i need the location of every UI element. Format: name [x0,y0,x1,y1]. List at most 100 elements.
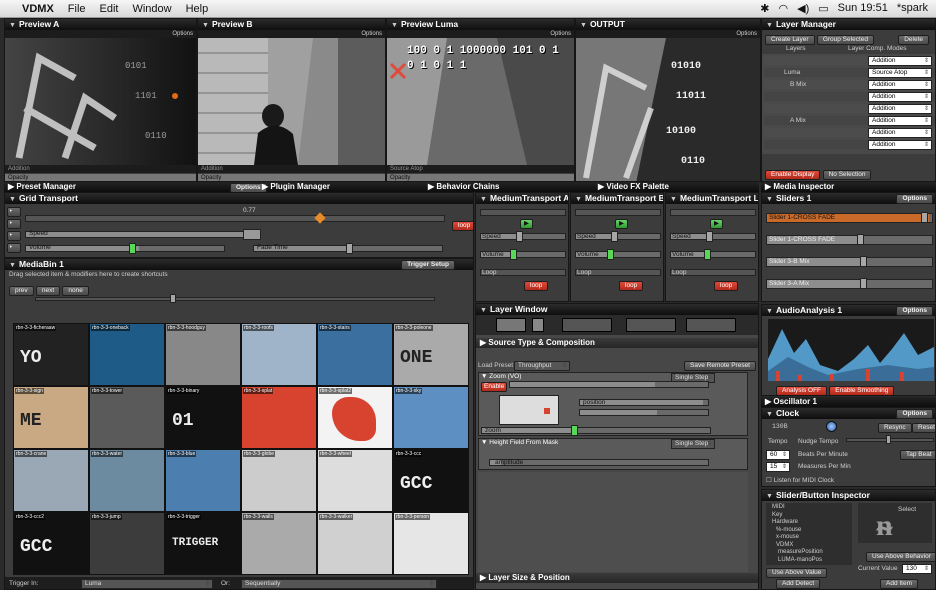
media-thumbnail[interactable]: rbn-3-3-roofs [241,323,317,386]
wifi-icon[interactable]: ◠ [779,2,789,15]
preview-a-opacity[interactable]: Opacity [5,174,196,181]
trigger-in-select[interactable]: Luma [81,579,213,589]
slider-knob[interactable] [860,256,867,267]
use-above-value-button[interactable]: Use Above Value [766,568,828,578]
plugin-manager-tab[interactable]: ▶ Plugin Manager [262,182,330,192]
layer-row[interactable]: A Mix Addition [764,116,935,126]
media-thumbnail[interactable]: rbn-3-3-splat [241,386,317,449]
menu-file[interactable]: File [68,3,86,15]
mt-volume-knob[interactable] [510,249,517,260]
inspector-tree-item[interactable]: MIDI [772,504,785,510]
no-selection-button[interactable]: No Selection [822,170,872,180]
disclosure-icon[interactable]: ▼ [766,22,773,29]
preview-b-opacity[interactable]: Opacity [198,174,385,181]
zoom-position-pad[interactable] [499,395,559,425]
zoom-amount-knob[interactable] [571,425,578,436]
disclosure-icon[interactable]: ▼ [9,196,16,203]
media-thumbnail[interactable]: rbn-3-3-splat2 [317,386,393,449]
disclosure-icon[interactable]: ▼ [580,22,587,29]
media-thumbnail[interactable]: rbn-3-3-sky [393,386,469,449]
mt-speed-knob[interactable] [516,231,523,242]
preview-luma-blend[interactable]: Source Atop [387,165,574,173]
mt-position-slider[interactable] [575,209,661,216]
medium-transport-titlebar[interactable]: ▼ MediumTransport Lu [666,193,758,204]
disclosure-icon[interactable]: ▼ [575,196,582,203]
preset-manager-tab[interactable]: ▶ Preset Manager [8,182,76,191]
media-thumbnail[interactable]: rbn-3-3-hoodguy [165,323,241,386]
mt-position-slider[interactable] [480,209,566,216]
sliders-options-button[interactable]: Options [896,194,933,204]
add-item-button[interactable]: Add Item [880,579,919,589]
bluetooth-icon[interactable]: ✱ [760,2,769,15]
mt-loop-button[interactable]: loop [619,281,644,291]
menu-app[interactable]: VDMX [22,3,54,15]
disclosure-icon[interactable]: ▼ [670,196,677,203]
behavior-chains-tab[interactable]: ▶ Behavior Chains [428,182,500,192]
media-thumbnail[interactable]: rbn-3-3-stairs [317,323,393,386]
tap-beat-button[interactable]: Tap Beat [900,450,935,460]
media-thumbnail[interactable]: TRIGGER rbn-3-3-trigger [165,512,241,575]
inspector-tree-item[interactable]: VDMX [776,542,793,548]
trigger-setup-button[interactable]: Trigger Setup [401,260,455,270]
disclosure-icon[interactable]: ▼ [480,307,487,314]
layer-tab-d[interactable] [686,318,736,332]
use-above-behavior-button[interactable]: Use Above Behavior [866,552,935,562]
mediabin-tab-none[interactable]: none [62,286,89,296]
layer-row[interactable]: Addition [764,56,935,66]
layer-tab-b[interactable] [562,318,612,332]
layer-mode-select[interactable]: Addition [868,140,932,150]
layer-tab-icon[interactable] [532,318,544,332]
mediabin-size-knob[interactable] [170,294,176,303]
layer-mode-select[interactable]: Addition [868,92,932,102]
disclosure-icon[interactable]: ▼ [766,411,773,418]
preview-luma-titlebar[interactable]: ▼ Preview Luma [387,19,574,30]
preset-select[interactable]: Throughput [514,361,570,371]
inspector-tree-item[interactable]: %-mouse [776,527,801,533]
menu-window[interactable]: Window [132,3,171,15]
disclosure-icon[interactable]: ▼ [202,22,209,29]
disclosure-icon[interactable]: ▼ [766,493,773,500]
clock-options-button[interactable]: Options [896,409,933,419]
enable-smoothing-button[interactable]: Enable Smoothing [829,386,895,395]
media-thumbnail[interactable]: ONE rbn-3-3-poleone [393,323,469,386]
position-y-slider[interactable] [579,409,709,416]
mt-volume-knob[interactable] [607,249,614,260]
create-layer-button[interactable]: Create Layer [765,35,815,45]
media-thumbnail[interactable]: 01 rbn-3-3-binary [165,386,241,449]
heightfield-mode-select[interactable]: Single Step [671,439,715,449]
layer-mode-select[interactable]: Addition [868,56,932,66]
audio-titlebar[interactable]: ▼ AudioAnalysis 1 Options [762,305,935,316]
order-select[interactable]: Sequentially [241,579,437,589]
delete-layer-button[interactable]: Delete [898,35,930,45]
preview-a-titlebar[interactable]: ▼ Preview A [5,19,196,30]
slider-track[interactable]: Slider 1-CROSS FADE [766,212,933,223]
mt-speed-knob[interactable] [611,231,618,242]
oscillator-tab[interactable]: ▶ Oscillator 1 [761,397,936,407]
layer-row[interactable]: Addition [764,92,935,102]
grid-position-slider[interactable] [25,215,445,222]
add-detect-button[interactable]: Add Detect [776,579,821,589]
battery-icon[interactable]: ▭ [818,2,828,15]
layer-mode-select[interactable]: Addition [868,116,932,126]
output-video[interactable]: 01010 11011 10100 0110 [576,38,760,181]
preview-luma-options[interactable]: Options [550,30,571,38]
layer-manager-titlebar[interactable]: ▼ Layer Manager [762,19,935,30]
media-thumbnail[interactable]: rbn-3-3-crane [13,449,89,512]
mediabin-size-slider[interactable] [35,297,435,301]
mt-speed-knob[interactable] [706,231,713,242]
preview-b-options[interactable]: Options [361,30,382,38]
layer-window-titlebar[interactable]: ▼ Layer Window [476,304,758,315]
menu-user[interactable]: *spark [897,2,928,15]
preview-a-video[interactable]: 0101 1101 0110 [5,38,196,165]
preview-a-options[interactable]: Options [172,30,193,38]
mt-volume-knob[interactable] [704,249,711,260]
media-thumbnail[interactable]: GCC rbn-3-3-ccc2 [13,512,89,575]
media-thumbnail[interactable]: YO rbn-3-3-ficheraaw [13,323,89,386]
media-thumbnail[interactable]: rbn-3-3-water [89,449,165,512]
reset-button[interactable]: Reset [912,423,935,433]
mt-play-button[interactable]: ▶ [615,219,628,229]
zoom-enable-button[interactable]: Enable [481,382,508,392]
slider-track[interactable]: Slider 3-B Mix [766,256,933,267]
grid-speed-slider[interactable] [25,231,245,238]
layer-size-section[interactable]: ▶ Layer Size & Position [476,573,758,583]
